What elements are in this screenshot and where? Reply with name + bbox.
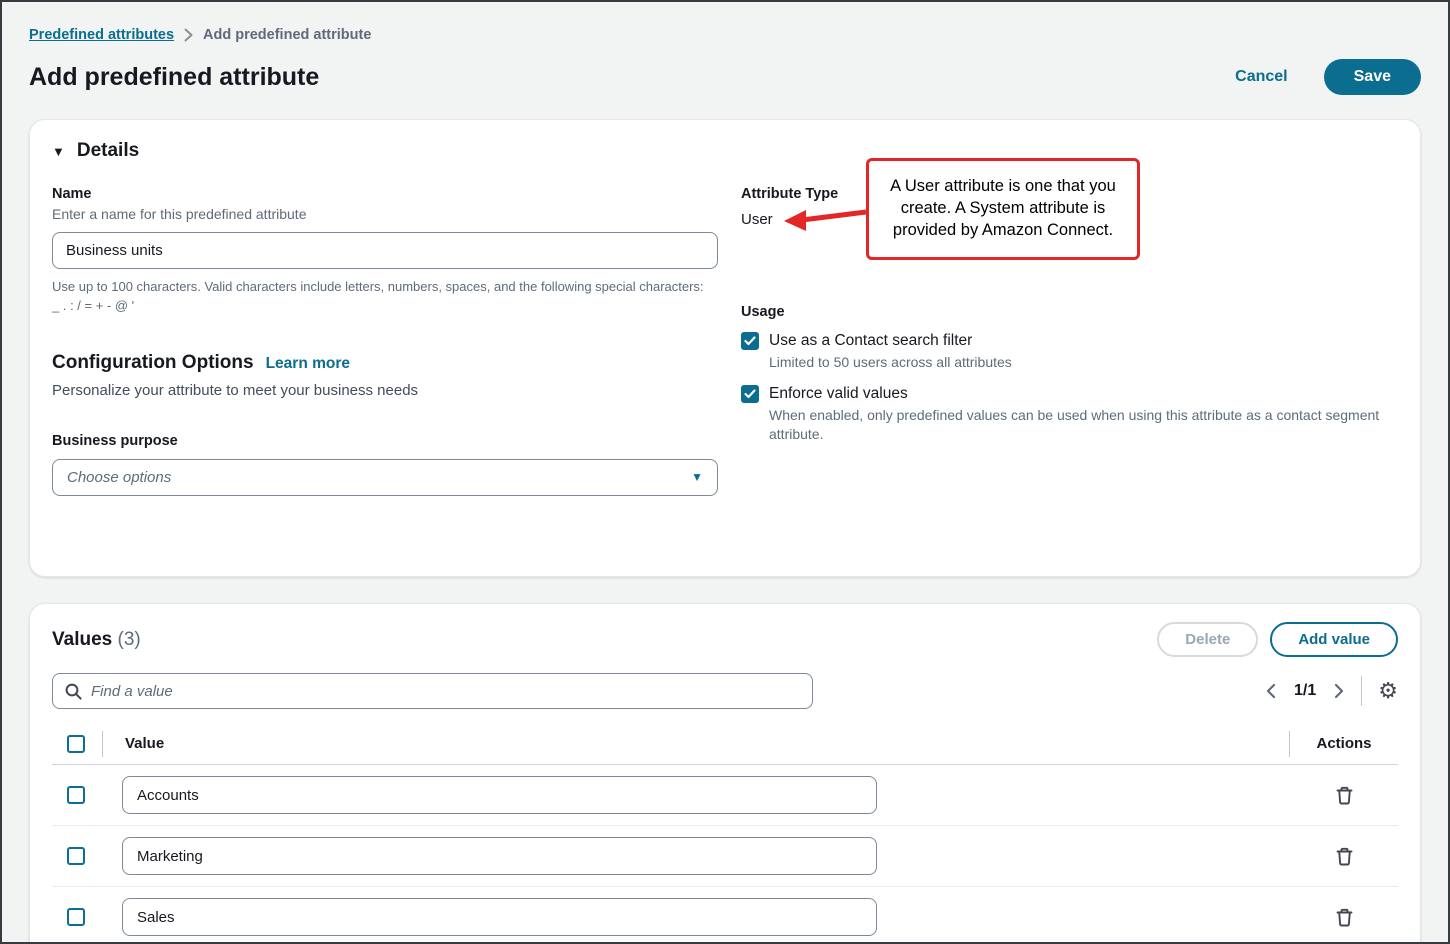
row-checkbox[interactable] <box>67 786 85 804</box>
save-button[interactable]: Save <box>1324 59 1421 95</box>
table-header-row: Value Actions <box>52 723 1398 765</box>
name-label: Name <box>52 186 718 202</box>
trash-icon <box>1336 908 1353 927</box>
name-constraint-text: Use up to 100 characters. Valid characte… <box>52 278 708 316</box>
usage-section: Usage Use as a Contact search filter Lim… <box>741 304 1398 445</box>
value-input[interactable] <box>122 898 877 936</box>
gear-icon[interactable]: ⚙ <box>1378 680 1398 702</box>
row-checkbox[interactable] <box>67 908 85 926</box>
annotation-arrow-icon <box>782 204 868 234</box>
page-indicator: 1/1 <box>1294 682 1316 700</box>
table-row <box>52 887 1398 944</box>
next-page-icon[interactable] <box>1334 683 1345 699</box>
breadcrumb-link-predefined-attributes[interactable]: Predefined attributes <box>29 27 174 43</box>
values-heading-text: Values <box>52 629 112 650</box>
previous-page-icon[interactable] <box>1265 683 1276 699</box>
table-row <box>52 826 1398 887</box>
values-table: Value Actions <box>52 723 1398 944</box>
delete-button[interactable]: Delete <box>1157 622 1258 657</box>
delete-row-button[interactable] <box>1332 904 1357 931</box>
value-search-input[interactable] <box>91 683 800 700</box>
select-all-checkbox[interactable] <box>67 735 85 753</box>
configuration-description: Personalize your attribute to meet your … <box>52 382 718 399</box>
details-section-header[interactable]: ▼ Details <box>52 140 1398 162</box>
business-purpose-placeholder: Choose options <box>67 469 171 486</box>
values-toolbar: 1/1 ⚙ <box>52 673 1398 709</box>
contact-search-filter-description: Limited to 50 users across all attribute… <box>769 353 1398 373</box>
enforce-valid-values-label: Enforce valid values <box>769 385 908 403</box>
contact-search-filter-label: Use as a Contact search filter <box>769 332 972 350</box>
value-column-header: Value <box>125 735 1289 752</box>
business-purpose-select[interactable]: Choose options ▼ <box>52 459 718 496</box>
name-input[interactable] <box>52 232 718 269</box>
enforce-valid-values-description: When enabled, only predefined values can… <box>769 406 1398 445</box>
chevron-down-icon: ▼ <box>691 470 703 484</box>
name-field: Name Enter a name for this predefined at… <box>52 186 718 316</box>
usage-option-enforce-valid-values: Enforce valid values When enabled, only … <box>741 385 1398 445</box>
details-grid: Name Enter a name for this predefined at… <box>52 186 1398 496</box>
actions-column-header: Actions <box>1290 735 1398 752</box>
value-input[interactable] <box>122 837 877 875</box>
configuration-options-section: Configuration Options Learn more Persona… <box>52 352 718 496</box>
header-actions: Cancel Save <box>1235 59 1421 95</box>
value-search-box <box>52 673 813 709</box>
delete-row-button[interactable] <box>1332 843 1357 870</box>
values-card: Values (3) Delete Add value 1/1 <box>29 603 1421 944</box>
pagination: 1/1 <box>1265 682 1345 700</box>
contact-search-filter-checkbox[interactable] <box>741 332 759 350</box>
breadcrumb-current: Add predefined attribute <box>203 27 371 43</box>
configuration-options-heading: Configuration Options <box>52 352 254 374</box>
collapse-caret-icon: ▼ <box>52 144 65 159</box>
values-heading: Values (3) <box>52 629 141 651</box>
details-left-column: Name Enter a name for this predefined at… <box>52 186 718 496</box>
header-divider <box>102 731 103 757</box>
table-row <box>52 765 1398 826</box>
page-title: Add predefined attribute <box>29 63 319 92</box>
app-window: Predefined attributes Add predefined att… <box>0 0 1450 944</box>
details-heading: Details <box>77 140 139 162</box>
name-description: Enter a name for this predefined attribu… <box>52 206 718 222</box>
enforce-valid-values-checkbox[interactable] <box>741 385 759 403</box>
trash-icon <box>1336 786 1353 805</box>
breadcrumb-chevron-icon <box>184 28 193 42</box>
value-input[interactable] <box>122 776 877 814</box>
add-value-button[interactable]: Add value <box>1270 622 1398 657</box>
usage-label: Usage <box>741 304 1398 320</box>
page-header: Add predefined attribute Cancel Save <box>29 59 1421 95</box>
cancel-button[interactable]: Cancel <box>1235 68 1287 86</box>
delete-row-button[interactable] <box>1332 782 1357 809</box>
details-card: ▼ Details Name Enter a name for this pre… <box>29 119 1421 577</box>
toolbar-divider <box>1361 676 1362 706</box>
search-icon <box>65 683 82 700</box>
values-header: Values (3) Delete Add value <box>52 622 1398 657</box>
learn-more-link[interactable]: Learn more <box>266 355 350 373</box>
row-checkbox[interactable] <box>67 847 85 865</box>
business-purpose-label: Business purpose <box>52 433 718 449</box>
values-actions: Delete Add value <box>1157 622 1398 657</box>
usage-option-contact-search-filter: Use as a Contact search filter Limited t… <box>741 332 1398 373</box>
trash-icon <box>1336 847 1353 866</box>
values-count: (3) <box>118 629 141 650</box>
annotation-callout: A User attribute is one that you create.… <box>866 158 1140 260</box>
breadcrumb: Predefined attributes Add predefined att… <box>29 27 1421 43</box>
